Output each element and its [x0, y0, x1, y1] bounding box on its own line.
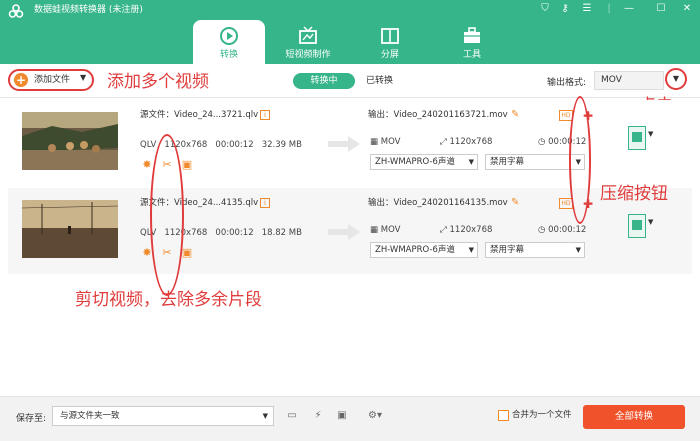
chevron-down-icon[interactable]: ▼	[648, 130, 653, 138]
app-title: 数据蛙视频转换器 (未注册)	[34, 5, 143, 15]
source-format: QLV	[140, 140, 157, 150]
output-format-dropdown-button[interactable]: ▼	[665, 68, 687, 90]
maximize-icon[interactable]: ☐	[654, 2, 668, 16]
output-duration: ◷ 00:00:12	[538, 225, 587, 235]
chevron-down-icon: ▼	[468, 246, 474, 254]
output-format: ▦ MOV	[370, 137, 401, 147]
output-settings-icon[interactable]	[628, 214, 646, 238]
output-format-value: MOV	[380, 137, 401, 147]
info-icon[interactable]: i	[260, 110, 270, 120]
output-resolution-value: 1120x768	[449, 225, 493, 235]
tab-label: 短视频制作	[285, 50, 331, 60]
toolbar: + 添加文件 ▼ 添加多个视频 转换中 已转换 输出格式: MOV ▼	[0, 64, 700, 98]
merge-label: 合并为一个文件	[512, 410, 572, 420]
subtitle-select[interactable]: 禁用字幕 ▼	[485, 242, 585, 258]
cart-icon[interactable]: ⛉	[538, 2, 552, 16]
arrow-right-icon	[328, 136, 360, 152]
output-format-value: MOV	[380, 225, 401, 235]
audio-track-value: ZH-WMAPRO-6声道	[375, 157, 455, 167]
merge-checkbox[interactable]	[498, 410, 509, 421]
annotation-ellipse-compress	[569, 96, 591, 224]
footer-bar: 保存至: 与源文件夹一致 ▼ ▭ ⚡ ▣ ⚙▾ 合并为一个文件 全部转换	[0, 396, 700, 441]
output-settings-icon[interactable]	[628, 126, 646, 150]
convert-icon	[220, 27, 238, 45]
audio-track-select[interactable]: ZH-WMAPRO-6声道 ▼	[370, 242, 478, 258]
plus-icon: +	[14, 73, 28, 87]
tab-tools[interactable]: 工具	[436, 20, 508, 64]
tab-split-screen[interactable]: 分屏	[354, 20, 426, 64]
key-icon[interactable]: ⚷	[558, 2, 572, 16]
tab-convert[interactable]: 转换	[193, 20, 265, 64]
output-duration-value: 00:00:12	[548, 225, 587, 235]
gpu-off-icon[interactable]: ▣	[334, 408, 350, 424]
list-item[interactable]: 源文件：Video_24...4135.qlv i QLV 1120x768 0…	[8, 188, 692, 274]
chevron-down-icon: ▼	[262, 412, 268, 420]
settings-gear-icon[interactable]: ⚙▾	[362, 408, 388, 424]
save-to-value: 与源文件夹一致	[60, 411, 120, 421]
divider: |	[607, 3, 611, 14]
title-bar: 数据蛙视频转换器 (未注册) ⛉ ⚷ ☰ | — ☐ ✕ 转换 短视频制作 分屏	[0, 0, 700, 64]
folder-icon[interactable]: ▭	[284, 408, 300, 424]
menu-icon[interactable]: ☰	[580, 2, 594, 16]
converting-tab[interactable]: 转换中	[293, 73, 355, 89]
tab-label: 分屏	[380, 50, 399, 60]
chevron-down-icon: ▼	[468, 158, 474, 166]
output-resolution: ⤢ 1120x768	[440, 225, 493, 235]
tv-icon	[299, 26, 317, 44]
converted-tab[interactable]: 已转换	[366, 73, 400, 89]
output-resolution-value: 1120x768	[449, 137, 493, 147]
tab-label: 转换	[219, 50, 238, 60]
annotation-add-multiple: 添加多个视频	[107, 72, 209, 92]
output-format-label: 输出格式:	[547, 78, 587, 88]
video-thumbnail[interactable]	[22, 112, 118, 170]
output-file-name: 输出：Video_240201163721.mov	[368, 110, 508, 120]
video-thumbnail[interactable]	[22, 200, 118, 258]
split-screen-icon	[381, 28, 399, 44]
tab-label: 工具	[462, 50, 481, 60]
audio-track-select[interactable]: ZH-WMAPRO-6声道 ▼	[370, 154, 478, 170]
toolbox-icon	[464, 27, 480, 43]
minimize-icon[interactable]: —	[622, 2, 636, 16]
audio-track-value: ZH-WMAPRO-6声道	[375, 245, 455, 255]
output-file-name: 输出：Video_240201164135.mov	[368, 198, 508, 208]
chevron-down-icon: ▼	[575, 246, 581, 254]
save-to-label: 保存至:	[16, 414, 47, 424]
source-size: 18.82 MB	[261, 228, 302, 238]
convert-all-button[interactable]: 全部转换	[583, 405, 685, 429]
chevron-down-icon[interactable]: ▼	[80, 73, 86, 82]
close-icon[interactable]: ✕	[680, 2, 694, 16]
source-size: 32.39 MB	[261, 140, 302, 150]
annotation-compress: 压缩按钮	[600, 184, 668, 204]
output-resolution: ⤢ 1120x768	[440, 137, 493, 147]
add-file-label: 添加文件	[34, 75, 71, 85]
tab-short-video[interactable]: 短视频制作	[272, 20, 344, 64]
annotation-ellipse-trim	[150, 134, 184, 296]
edit-effects-icon[interactable]: ▣	[180, 158, 194, 172]
source-duration: 00:00:12	[215, 228, 254, 238]
source-file-name: 源文件：Video_24...3721.qlv	[140, 110, 259, 120]
subtitle-value: 禁用字幕	[490, 157, 525, 167]
output-format: ▦ MOV	[370, 225, 401, 235]
hardware-accel-off-icon[interactable]: ⚡	[310, 408, 326, 424]
info-icon[interactable]: i	[260, 198, 270, 208]
pencil-icon[interactable]: ✎	[511, 109, 519, 120]
source-duration: 00:00:12	[215, 140, 254, 150]
subtitle-value: 禁用字幕	[490, 245, 525, 255]
chevron-down-icon[interactable]: ▼	[648, 218, 653, 226]
arrow-right-icon	[328, 224, 360, 240]
annotation-trim: 剪切视频，去除多余片段	[75, 290, 262, 310]
add-file-button[interactable]: + 添加文件 ▼	[8, 69, 94, 91]
save-to-select[interactable]: 与源文件夹一致 ▼	[52, 406, 274, 426]
app-logo-icon	[8, 4, 24, 18]
output-format-select[interactable]: MOV	[594, 71, 664, 90]
pencil-icon[interactable]: ✎	[511, 197, 519, 208]
